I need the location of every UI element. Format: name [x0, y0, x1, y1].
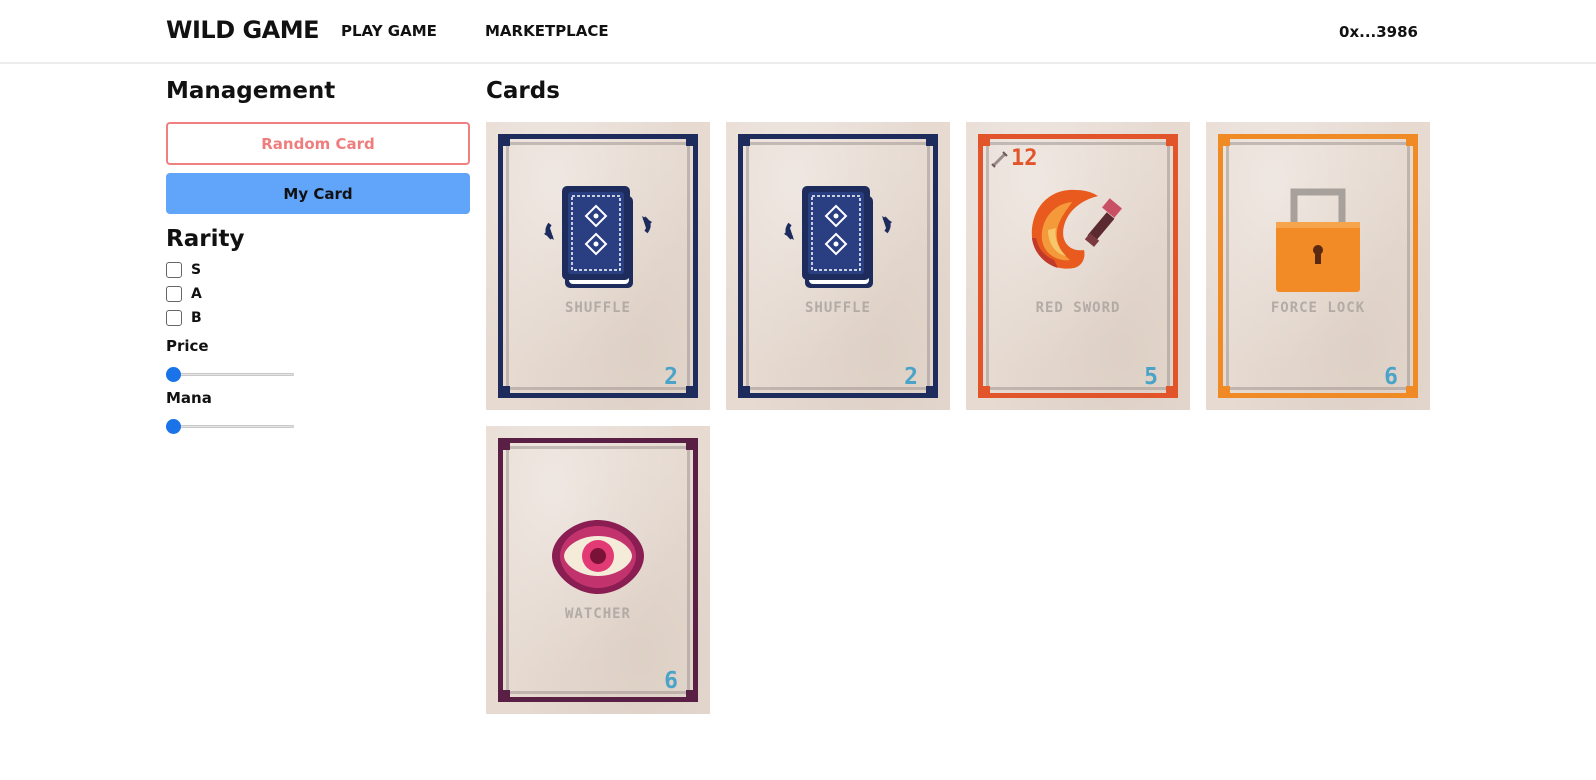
top-navbar: WILD GAME PLAY GAME MARKETPLACE 0x...398… — [0, 0, 1596, 64]
mana-slider-thumb[interactable] — [166, 419, 181, 434]
eye-icon — [548, 518, 648, 602]
rarity-b-checkbox[interactable] — [166, 310, 182, 326]
cards-title: Cards — [486, 78, 560, 104]
price-slider-thumb[interactable] — [166, 367, 181, 382]
mana-label: Mana — [166, 389, 212, 407]
shuffle-deck-icon — [538, 182, 658, 296]
rarity-a-checkbox[interactable] — [166, 286, 182, 302]
card-attack: 12 — [990, 146, 1038, 171]
card-name: SHUFFLE — [564, 300, 631, 316]
card-attack-value: 12 — [1011, 146, 1038, 171]
rarity-s-label: S — [191, 262, 202, 278]
rarity-s-checkbox[interactable] — [166, 262, 182, 278]
wallet-address[interactable]: 0x...3986 — [1339, 23, 1418, 41]
my-card-button[interactable]: My Card — [166, 173, 470, 214]
rarity-option-b[interactable]: B — [166, 310, 202, 326]
card-name: SHUFFLE — [804, 300, 871, 316]
red-sword-icon — [1018, 182, 1138, 286]
nav-marketplace[interactable]: MARKETPLACE — [485, 22, 609, 40]
nav-play-game[interactable]: PLAY GAME — [341, 22, 437, 40]
card-cost: 2 — [664, 364, 678, 390]
price-slider[interactable] — [166, 366, 296, 382]
brand-logo[interactable]: WILD GAME — [166, 16, 320, 44]
mana-slider-track[interactable] — [166, 425, 294, 428]
rarity-a-label: A — [191, 286, 202, 302]
shuffle-deck-icon — [778, 182, 898, 296]
random-card-button[interactable]: Random Card — [166, 122, 470, 165]
card-cost: 6 — [664, 668, 678, 694]
rarity-title: Rarity — [166, 226, 245, 252]
card-cost: 5 — [1144, 364, 1158, 390]
card-cost: 2 — [904, 364, 918, 390]
management-title: Management — [166, 78, 336, 104]
sword-small-icon — [991, 150, 1008, 168]
card-name: FORCE LOCK — [1270, 300, 1366, 316]
rarity-option-s[interactable]: S — [166, 262, 201, 278]
rarity-option-a[interactable]: A — [166, 286, 202, 302]
rarity-b-label: B — [191, 310, 202, 326]
card-red-sword[interactable]: 12 RED SWORD 5 — [966, 122, 1190, 410]
price-slider-track[interactable] — [166, 373, 294, 376]
mana-slider[interactable] — [166, 418, 296, 434]
padlock-icon — [1268, 182, 1368, 296]
card-name: WATCHER — [564, 606, 631, 622]
card-watcher[interactable]: WATCHER 6 — [486, 426, 710, 714]
price-label: Price — [166, 337, 209, 355]
card-shuffle[interactable]: SHUFFLE 2 — [486, 122, 710, 410]
card-cost: 6 — [1384, 364, 1398, 390]
card-name: RED SWORD — [1035, 300, 1121, 316]
card-shuffle[interactable]: SHUFFLE 2 — [726, 122, 950, 410]
card-force-lock[interactable]: FORCE LOCK 6 — [1206, 122, 1430, 410]
